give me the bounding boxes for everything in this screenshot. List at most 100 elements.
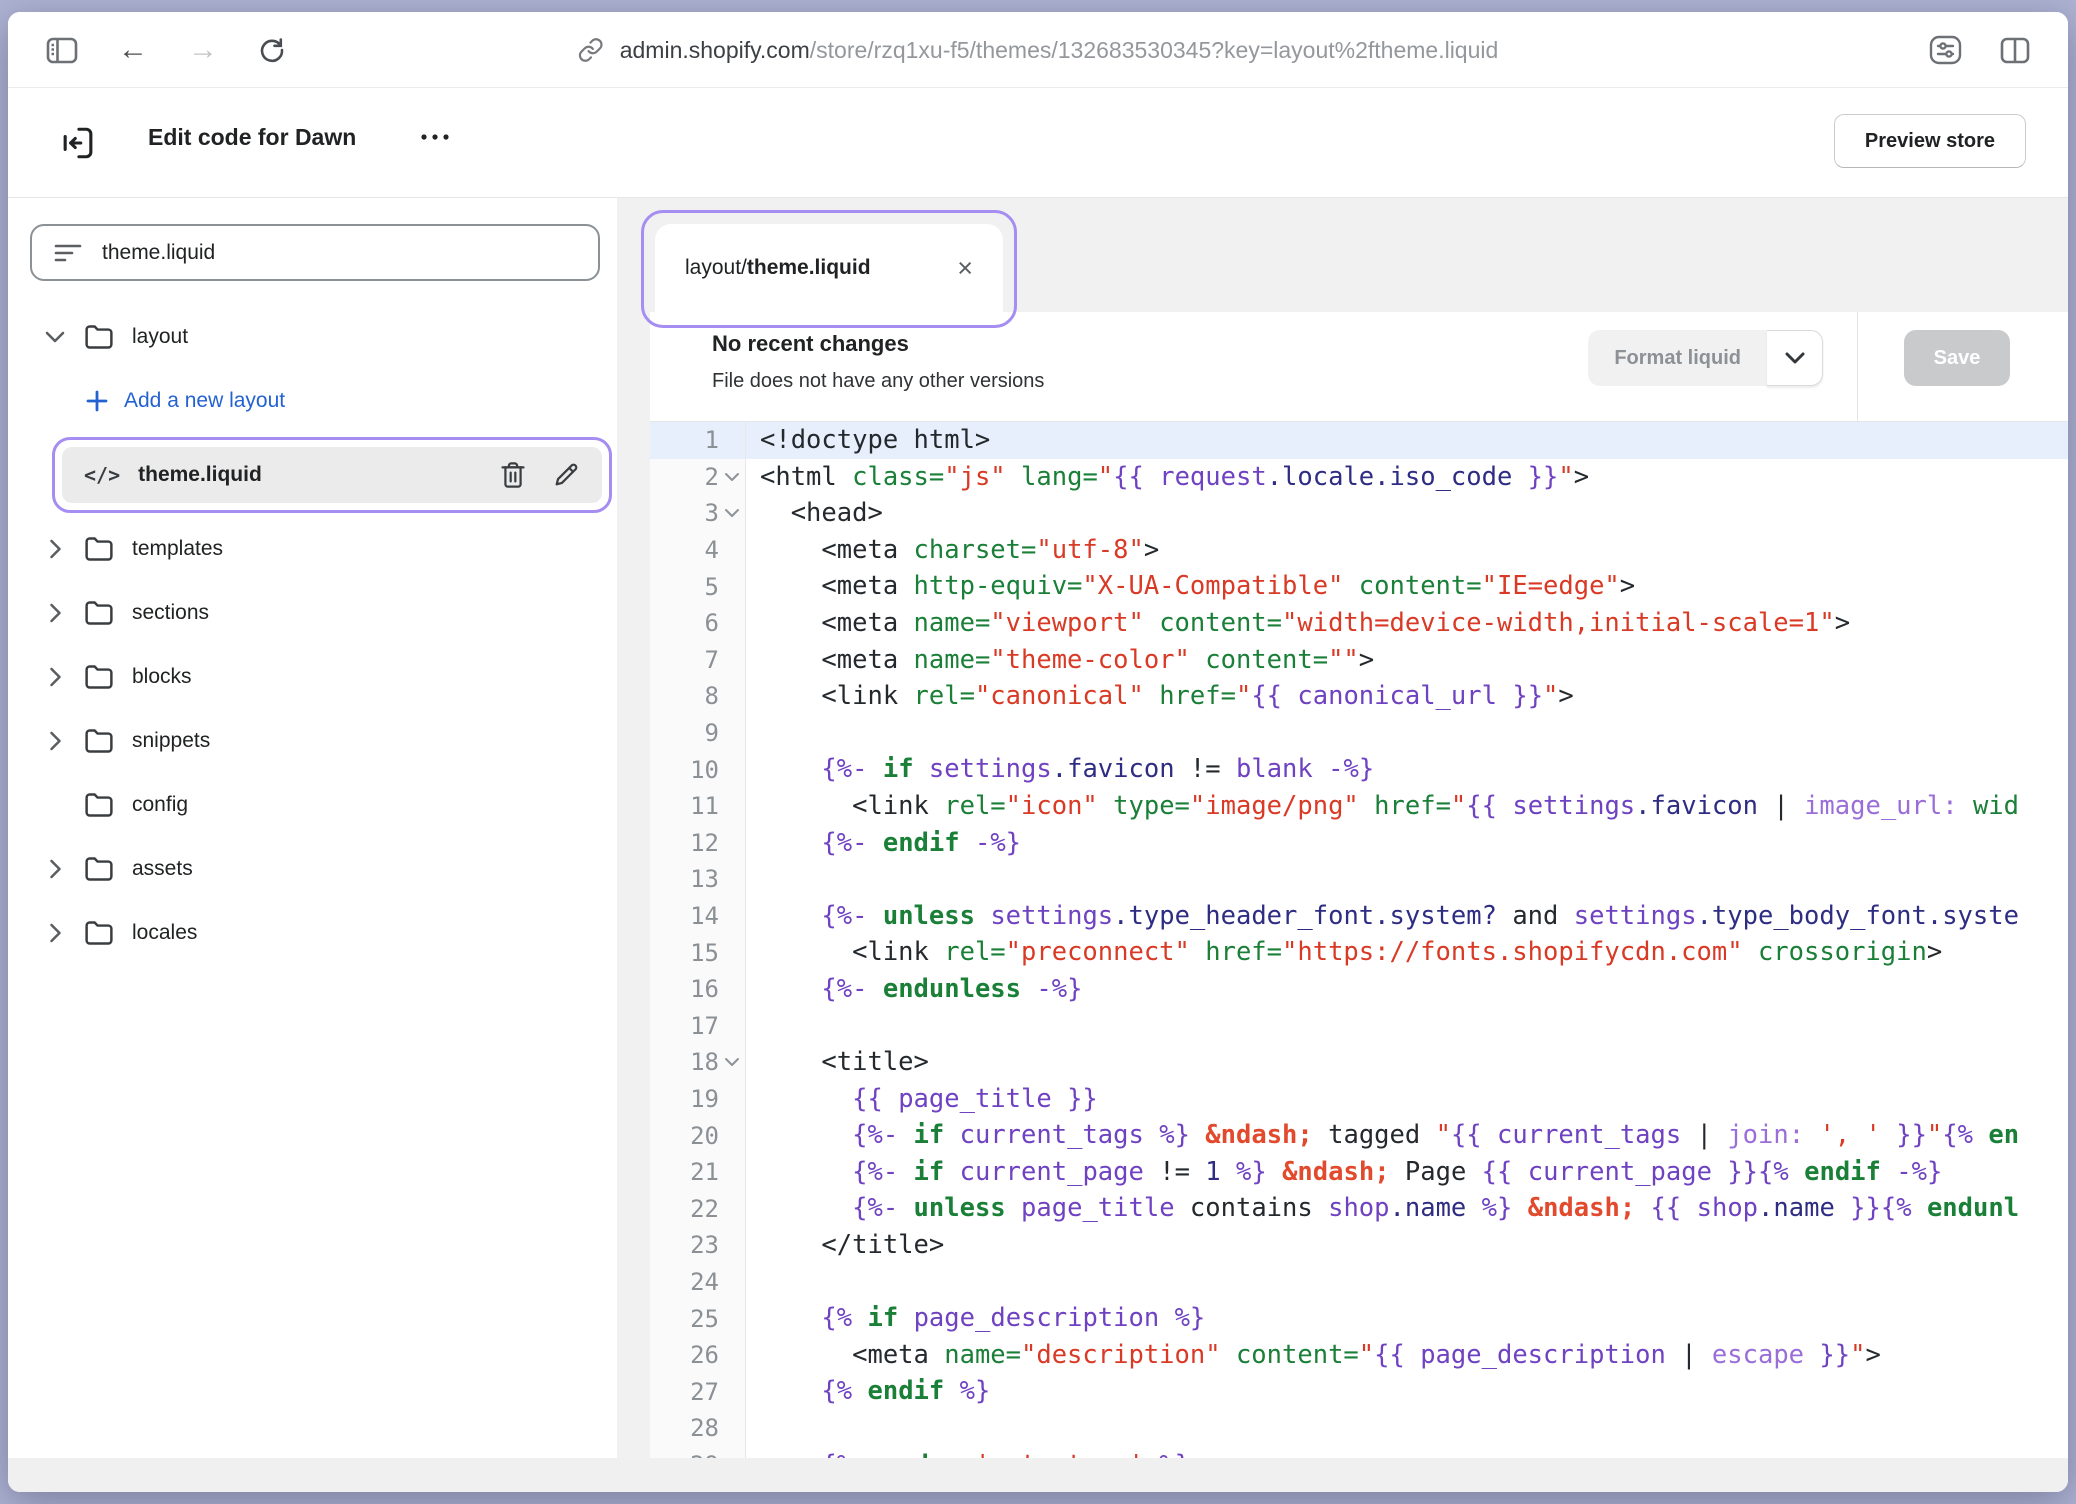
line-number-gutter: 7 bbox=[650, 642, 746, 679]
browser-settings-icon[interactable] bbox=[1929, 35, 1962, 65]
preview-store-button[interactable]: Preview store bbox=[1834, 114, 2026, 168]
line-number: 15 bbox=[650, 939, 719, 967]
line-number-gutter: 16 bbox=[650, 971, 746, 1008]
code-line[interactable]: 14 {%- unless settings.type_header_font.… bbox=[650, 898, 2068, 935]
code-line[interactable]: 4 <meta charset="utf-8"> bbox=[650, 532, 2068, 569]
code-editor[interactable]: 1<!doctype html>2<html class="js" lang="… bbox=[650, 422, 2068, 1458]
line-number-gutter: 18 bbox=[650, 1044, 746, 1081]
chevron-down-icon bbox=[1785, 352, 1805, 364]
code-line[interactable]: 9 bbox=[650, 715, 2068, 752]
rename-file-icon[interactable] bbox=[552, 461, 580, 489]
chevron-right-icon[interactable] bbox=[42, 539, 68, 559]
folder-row-assets[interactable]: assets bbox=[30, 837, 612, 901]
code-line-text bbox=[746, 861, 2068, 898]
code-line[interactable]: 17 bbox=[650, 1008, 2068, 1045]
code-line[interactable]: 8 <link rel="canonical" href="{{ canonic… bbox=[650, 678, 2068, 715]
sidebar-toggle-icon[interactable] bbox=[46, 37, 78, 64]
code-line[interactable]: 23 </title> bbox=[650, 1227, 2068, 1264]
fold-placeholder bbox=[719, 1264, 745, 1301]
format-liquid-dropdown[interactable] bbox=[1767, 330, 1823, 386]
split-view-icon[interactable] bbox=[2000, 37, 2030, 64]
more-menu-icon[interactable] bbox=[416, 132, 456, 142]
close-tab-icon[interactable]: × bbox=[957, 255, 973, 282]
line-number: 11 bbox=[650, 792, 719, 820]
code-line-text: <meta name="viewport" content="width=dev… bbox=[746, 605, 2068, 642]
code-line-text: <!doctype html> bbox=[746, 422, 2068, 459]
code-line-text: <head> bbox=[746, 495, 2068, 532]
code-line[interactable]: 25 {% if page_description %} bbox=[650, 1300, 2068, 1337]
main-area: layout Add a new layout </> theme.liquid bbox=[8, 198, 2068, 1458]
folder-row-layout[interactable]: layout bbox=[30, 305, 612, 369]
file-item-theme-liquid[interactable]: </> theme.liquid bbox=[62, 447, 602, 503]
code-line[interactable]: 11 <link rel="icon" type="image/png" hre… bbox=[650, 788, 2068, 825]
code-line[interactable]: 29 {% render 'meta-tags' %} bbox=[650, 1447, 2068, 1458]
folder-row-templates[interactable]: templates bbox=[30, 517, 612, 581]
code-line[interactable]: 21 {%- if current_page != 1 %} &ndash; P… bbox=[650, 1154, 2068, 1191]
address-bar[interactable]: admin.shopify.com/store/rzq1xu-f5/themes… bbox=[578, 12, 1499, 88]
folder-row-locales[interactable]: locales bbox=[30, 901, 612, 965]
delete-file-icon[interactable] bbox=[500, 461, 526, 489]
code-line[interactable]: 16 {%- endunless -%} bbox=[650, 971, 2068, 1008]
back-icon[interactable]: ← bbox=[118, 33, 148, 67]
window-footer-strip bbox=[8, 1458, 2068, 1492]
code-line[interactable]: 24 bbox=[650, 1264, 2068, 1301]
file-label: theme.liquid bbox=[138, 463, 474, 487]
line-number: 22 bbox=[650, 1195, 719, 1223]
format-liquid-button[interactable]: Format liquid bbox=[1588, 330, 1767, 386]
code-line[interactable]: 26 <meta name="description" content="{{ … bbox=[650, 1337, 2068, 1374]
exit-icon[interactable] bbox=[56, 121, 100, 165]
line-number: 21 bbox=[650, 1158, 719, 1186]
code-line[interactable]: 19 {{ page_title }} bbox=[650, 1081, 2068, 1118]
code-line[interactable]: 13 bbox=[650, 861, 2068, 898]
code-line[interactable]: 27 {% endif %} bbox=[650, 1373, 2068, 1410]
code-line-text bbox=[746, 1410, 2068, 1447]
code-line[interactable]: 20 {%- if current_tags %} &ndash; tagged… bbox=[650, 1117, 2068, 1154]
code-line[interactable]: 22 {%- unless page_title contains shop.n… bbox=[650, 1190, 2068, 1227]
chevron-down-icon[interactable] bbox=[42, 331, 68, 343]
fold-placeholder bbox=[719, 751, 745, 788]
chevron-right-icon[interactable] bbox=[42, 731, 68, 751]
code-line[interactable]: 15 <link rel="preconnect" href="https://… bbox=[650, 934, 2068, 971]
fold-chevron-icon[interactable] bbox=[719, 1044, 745, 1081]
line-number: 6 bbox=[650, 609, 719, 637]
folder-row-blocks[interactable]: blocks bbox=[30, 645, 612, 709]
folder-row-config[interactable]: config bbox=[30, 773, 612, 837]
code-line[interactable]: 6 <meta name="viewport" content="width=d… bbox=[650, 605, 2068, 642]
line-number: 3 bbox=[650, 499, 719, 527]
fold-chevron-icon[interactable] bbox=[719, 459, 745, 496]
reload-icon[interactable] bbox=[258, 36, 286, 64]
chevron-right-icon[interactable] bbox=[42, 667, 68, 687]
folder-row-snippets[interactable]: snippets bbox=[30, 709, 612, 773]
fold-placeholder bbox=[719, 1190, 745, 1227]
line-number: 27 bbox=[650, 1378, 719, 1406]
code-line[interactable]: 5 <meta http-equiv="X-UA-Compatible" con… bbox=[650, 568, 2068, 605]
fold-placeholder bbox=[719, 532, 745, 569]
fold-chevron-icon[interactable] bbox=[719, 495, 745, 532]
add-layout-link[interactable]: Add a new layout bbox=[30, 369, 612, 433]
header-divider bbox=[1857, 312, 1858, 422]
code-line-text bbox=[746, 1008, 2068, 1045]
file-search-box[interactable] bbox=[30, 224, 600, 281]
code-line[interactable]: 3 <head> bbox=[650, 495, 2068, 532]
folder-row-sections[interactable]: sections bbox=[30, 581, 612, 645]
code-line[interactable]: 1<!doctype html> bbox=[650, 422, 2068, 459]
folder-label: sections bbox=[132, 601, 209, 625]
line-number: 13 bbox=[650, 865, 719, 893]
code-line[interactable]: 28 bbox=[650, 1410, 2068, 1447]
fold-placeholder bbox=[719, 934, 745, 971]
search-input[interactable] bbox=[102, 241, 576, 265]
chevron-right-icon[interactable] bbox=[42, 603, 68, 623]
fold-placeholder bbox=[719, 1337, 745, 1374]
code-line[interactable]: 2<html class="js" lang="{{ request.local… bbox=[650, 459, 2068, 496]
save-button[interactable]: Save bbox=[1904, 330, 2010, 386]
code-file-icon: </> bbox=[84, 463, 120, 487]
chevron-right-icon[interactable] bbox=[42, 859, 68, 879]
code-line[interactable]: 10 {%- if settings.favicon != blank -%} bbox=[650, 751, 2068, 788]
code-line[interactable]: 18 <title> bbox=[650, 1044, 2068, 1081]
code-line[interactable]: 7 <meta name="theme-color" content=""> bbox=[650, 642, 2068, 679]
code-line-text: <meta http-equiv="X-UA-Compatible" conte… bbox=[746, 568, 2068, 605]
code-line[interactable]: 12 {%- endif -%} bbox=[650, 825, 2068, 862]
fold-placeholder bbox=[719, 642, 745, 679]
tab-layout-theme-liquid[interactable]: layout/theme.liquid × bbox=[655, 224, 1003, 312]
chevron-right-icon[interactable] bbox=[42, 923, 68, 943]
